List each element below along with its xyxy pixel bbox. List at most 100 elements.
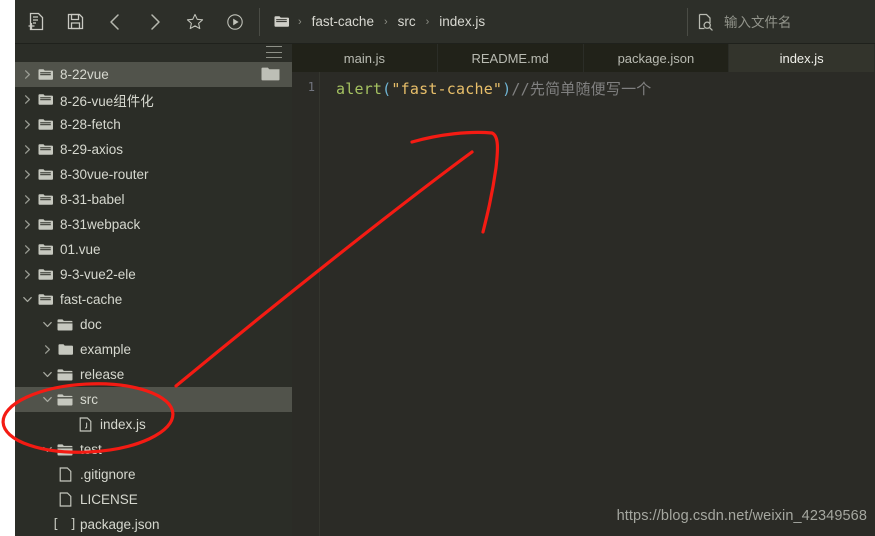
tree-item-src[interactable]: src	[15, 387, 292, 412]
search-area	[687, 0, 875, 44]
breadcrumb-separator-1: ›	[383, 15, 388, 28]
editor-tab-index-js[interactable]: index.js	[729, 44, 875, 72]
editor-pane: main.js README.md package.json index.js 1 a…	[292, 44, 875, 536]
editor-tab-package-json[interactable]: package.json	[583, 44, 730, 72]
chevron-down-icon[interactable]	[39, 394, 55, 405]
editor-tab-bar[interactable]: main.js README.md package.json index.js	[292, 44, 875, 72]
watermark-text: https://blog.csdn.net/weixin_42349568	[616, 508, 867, 524]
tree-item-package.json[interactable]: [ ] package.json	[15, 512, 292, 536]
chevron-right-icon[interactable]	[19, 219, 35, 230]
tree-item-.gitignore[interactable]: .gitignore	[15, 462, 292, 487]
code-token-string: "fast-cache"	[391, 80, 503, 98]
tree-item-label: 8-28-fetch	[60, 117, 121, 132]
folder-icon	[35, 218, 55, 231]
tree-item-8-29-axios[interactable]: 8-29-axios	[15, 137, 292, 162]
editor-tab-readme-md[interactable]: README.md	[437, 44, 584, 72]
star-icon[interactable]	[175, 0, 215, 44]
folder-open-icon	[55, 368, 75, 381]
breadcrumb-separator-2: ›	[425, 15, 430, 28]
breadcrumb-item-fast-cache[interactable]: fast-cache	[309, 12, 377, 31]
tree-item-label: fast-cache	[60, 292, 123, 307]
tree-item-label: 8-22vue	[60, 67, 109, 82]
breadcrumb-item-index-js[interactable]: index.js	[436, 12, 488, 31]
forward-arrow-icon[interactable]	[135, 0, 175, 44]
tree-item-example[interactable]: example	[15, 337, 292, 362]
tree-item-label: test	[80, 442, 102, 457]
chevron-down-icon[interactable]	[39, 444, 55, 455]
folder-icon	[35, 243, 55, 256]
tree-item-label: 8-31webpack	[60, 217, 141, 232]
tree-item-01.vue[interactable]: 01.vue	[15, 237, 292, 262]
tree-item-8-26-vue[interactable]: 8-26-vue组件化	[15, 87, 292, 112]
code-token-comment: //先简单随便写一个	[511, 80, 652, 98]
back-arrow-icon[interactable]	[95, 0, 135, 44]
tree-item-8-31-babel[interactable]: 8-31-babel	[15, 187, 292, 212]
tree-item-8-22vue[interactable]: 8-22vue	[15, 62, 292, 87]
tree-item-8-31webpack[interactable]: 8-31webpack	[15, 212, 292, 237]
folder-icon	[35, 293, 55, 306]
chevron-right-icon[interactable]	[19, 194, 35, 205]
tree-item-test[interactable]: test	[15, 437, 292, 462]
folder-icon	[35, 93, 55, 106]
tree-item-label: .gitignore	[80, 467, 136, 482]
tree-item-8-30vue-router[interactable]: 8-30vue-router	[15, 162, 292, 187]
folder-icon	[35, 193, 55, 206]
folder-open-icon	[55, 393, 75, 406]
new-file-icon[interactable]	[15, 0, 55, 44]
editor-tab-main-js[interactable]: main.js	[292, 44, 438, 72]
search-input[interactable]	[722, 13, 875, 31]
chevron-down-icon[interactable]	[39, 319, 55, 330]
code-line-1[interactable]: alert("fast-cache")//先简单随便写一个	[336, 78, 651, 99]
tree-item-8-28-fetch[interactable]: 8-28-fetch	[15, 112, 292, 137]
tree-item-label: LICENSE	[80, 492, 138, 507]
chevron-right-icon[interactable]	[19, 244, 35, 255]
tree-item-label: package.json	[80, 517, 160, 532]
js-file-icon	[75, 417, 95, 432]
save-icon[interactable]	[55, 0, 95, 44]
tree-item-label: 01.vue	[60, 242, 101, 257]
line-number-gutter: 1	[292, 72, 320, 536]
chevron-down-icon[interactable]	[19, 294, 35, 305]
tree-item-9-3-vue2-ele[interactable]: 9-3-vue2-ele	[15, 262, 292, 287]
folder-icon	[35, 168, 55, 181]
tree-item-index.js[interactable]: index.js	[15, 412, 292, 437]
breadcrumb-item-src[interactable]: src	[395, 12, 419, 31]
chevron-right-icon[interactable]	[39, 344, 55, 355]
breadcrumb-separator-0: ›	[298, 15, 302, 28]
tree-item-license[interactable]: LICENSE	[15, 487, 292, 512]
folder-solid-icon[interactable]	[261, 66, 280, 84]
file-search-icon[interactable]	[697, 13, 713, 31]
tree-item-fast-cache[interactable]: fast-cache	[15, 287, 292, 312]
tree-item-label: doc	[80, 317, 102, 332]
breadcrumb: › fast-cache › src › index.js	[264, 0, 488, 44]
sidebar-header	[15, 44, 292, 62]
chevron-down-icon[interactable]	[39, 369, 55, 380]
tree-item-release[interactable]: release	[15, 362, 292, 387]
chevron-right-icon[interactable]	[19, 69, 35, 80]
code-area[interactable]: 1 alert("fast-cache")//先简单随便写一个 https://…	[292, 72, 875, 536]
chevron-right-icon[interactable]	[19, 169, 35, 180]
chevron-right-icon[interactable]	[19, 144, 35, 155]
folder-open-icon	[55, 318, 75, 331]
tree-item-label: src	[80, 392, 98, 407]
folder-solid-icon	[55, 343, 75, 356]
file-tree[interactable]: 8-22vue 8-26-vue组件化 8-28-fetch 8-29-axios 8-…	[15, 62, 292, 536]
code-token-open-paren: (	[382, 80, 392, 98]
line-number: 1	[307, 80, 315, 94]
tree-item-label: 9-3-vue2-ele	[60, 267, 136, 282]
tree-item-label: 8-30vue-router	[60, 167, 149, 182]
tree-item-label: 8-31-babel	[60, 192, 125, 207]
chevron-right-icon[interactable]	[19, 119, 35, 130]
hamburger-menu-icon[interactable]	[266, 46, 282, 58]
app-window: › fast-cache › src › index.js 输入文件名 8-22…	[0, 0, 875, 536]
file-icon	[55, 492, 75, 507]
file-tree-sidebar[interactable]: 8-22vue 8-26-vue组件化 8-28-fetch 8-29-axios 8-…	[15, 44, 292, 536]
chevron-right-icon[interactable]	[19, 94, 35, 105]
folder-open-icon	[55, 443, 75, 456]
tree-item-doc[interactable]: doc	[15, 312, 292, 337]
top-toolbar: › fast-cache › src › index.js	[15, 0, 875, 44]
chevron-right-icon[interactable]	[19, 269, 35, 280]
run-icon[interactable]	[215, 0, 255, 44]
tree-item-label: index.js	[100, 417, 146, 432]
folder-icon[interactable]	[274, 15, 291, 28]
